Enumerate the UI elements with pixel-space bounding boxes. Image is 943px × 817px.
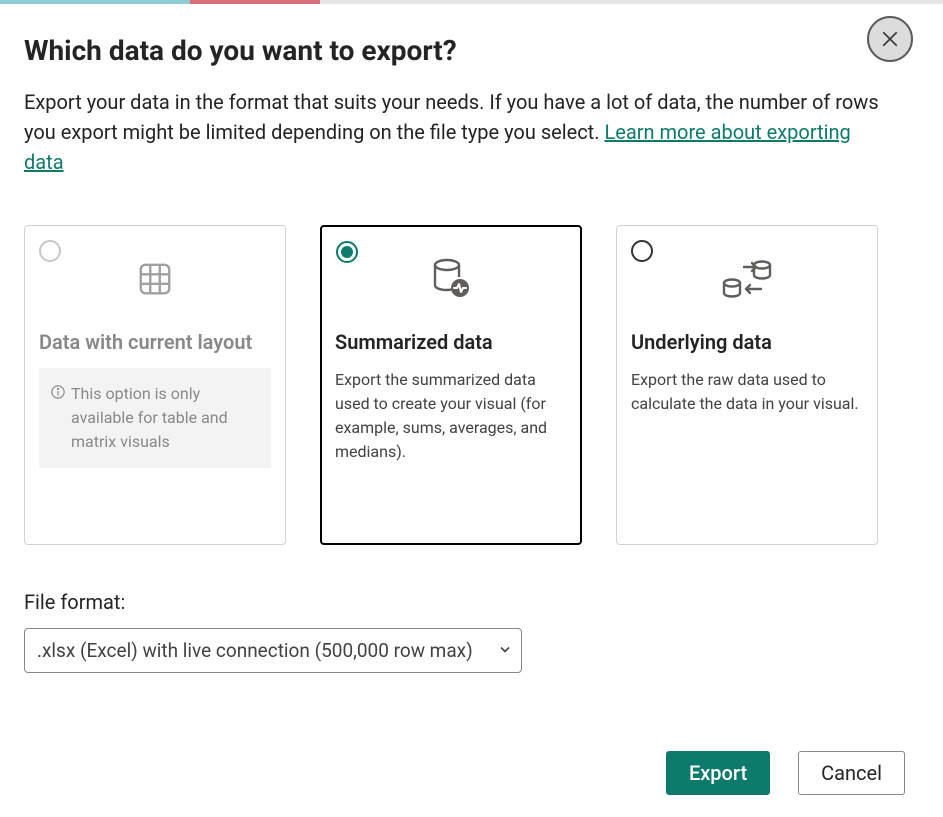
file-format-value: .xlsx (Excel) with live connection (500,… bbox=[37, 639, 473, 662]
cancel-button[interactable]: Cancel bbox=[798, 751, 905, 795]
option-title: Underlying data bbox=[631, 330, 863, 354]
option-description: Export the raw data used to calculate th… bbox=[631, 368, 863, 416]
info-icon bbox=[51, 382, 67, 402]
option-title: Summarized data bbox=[335, 330, 567, 354]
option-summarized-data[interactable]: Summarized data Export the summarized da… bbox=[320, 225, 582, 545]
info-text: This option is only available for table … bbox=[71, 382, 259, 454]
close-button[interactable] bbox=[867, 16, 913, 62]
export-dialog: Which data do you want to export? Export… bbox=[0, 4, 943, 817]
option-title: Data with current layout bbox=[39, 330, 271, 354]
file-format-label: File format: bbox=[24, 590, 919, 614]
close-icon bbox=[881, 30, 899, 48]
option-description: Export the summarized data used to creat… bbox=[335, 368, 567, 464]
export-options: Data with current layout This option is … bbox=[24, 225, 919, 545]
dialog-actions: Export Cancel bbox=[24, 751, 919, 795]
dialog-description: Export your data in the format that suit… bbox=[24, 87, 884, 177]
radio-current-layout bbox=[39, 240, 61, 262]
option-data-current-layout: Data with current layout This option is … bbox=[24, 225, 286, 545]
radio-summarized[interactable] bbox=[336, 241, 358, 263]
grid-icon bbox=[39, 250, 271, 308]
file-format-select[interactable]: .xlsx (Excel) with live connection (500,… bbox=[24, 628, 522, 673]
database-transfer-icon bbox=[631, 250, 863, 308]
database-pulse-icon bbox=[335, 250, 567, 308]
file-format-section: File format: .xlsx (Excel) with live con… bbox=[24, 590, 919, 673]
export-button[interactable]: Export bbox=[666, 751, 770, 795]
option-underlying-data[interactable]: Underlying data Export the raw data used… bbox=[616, 225, 878, 545]
info-box: This option is only available for table … bbox=[39, 368, 271, 468]
radio-underlying[interactable] bbox=[631, 240, 653, 262]
dialog-title: Which data do you want to export? bbox=[24, 34, 919, 67]
